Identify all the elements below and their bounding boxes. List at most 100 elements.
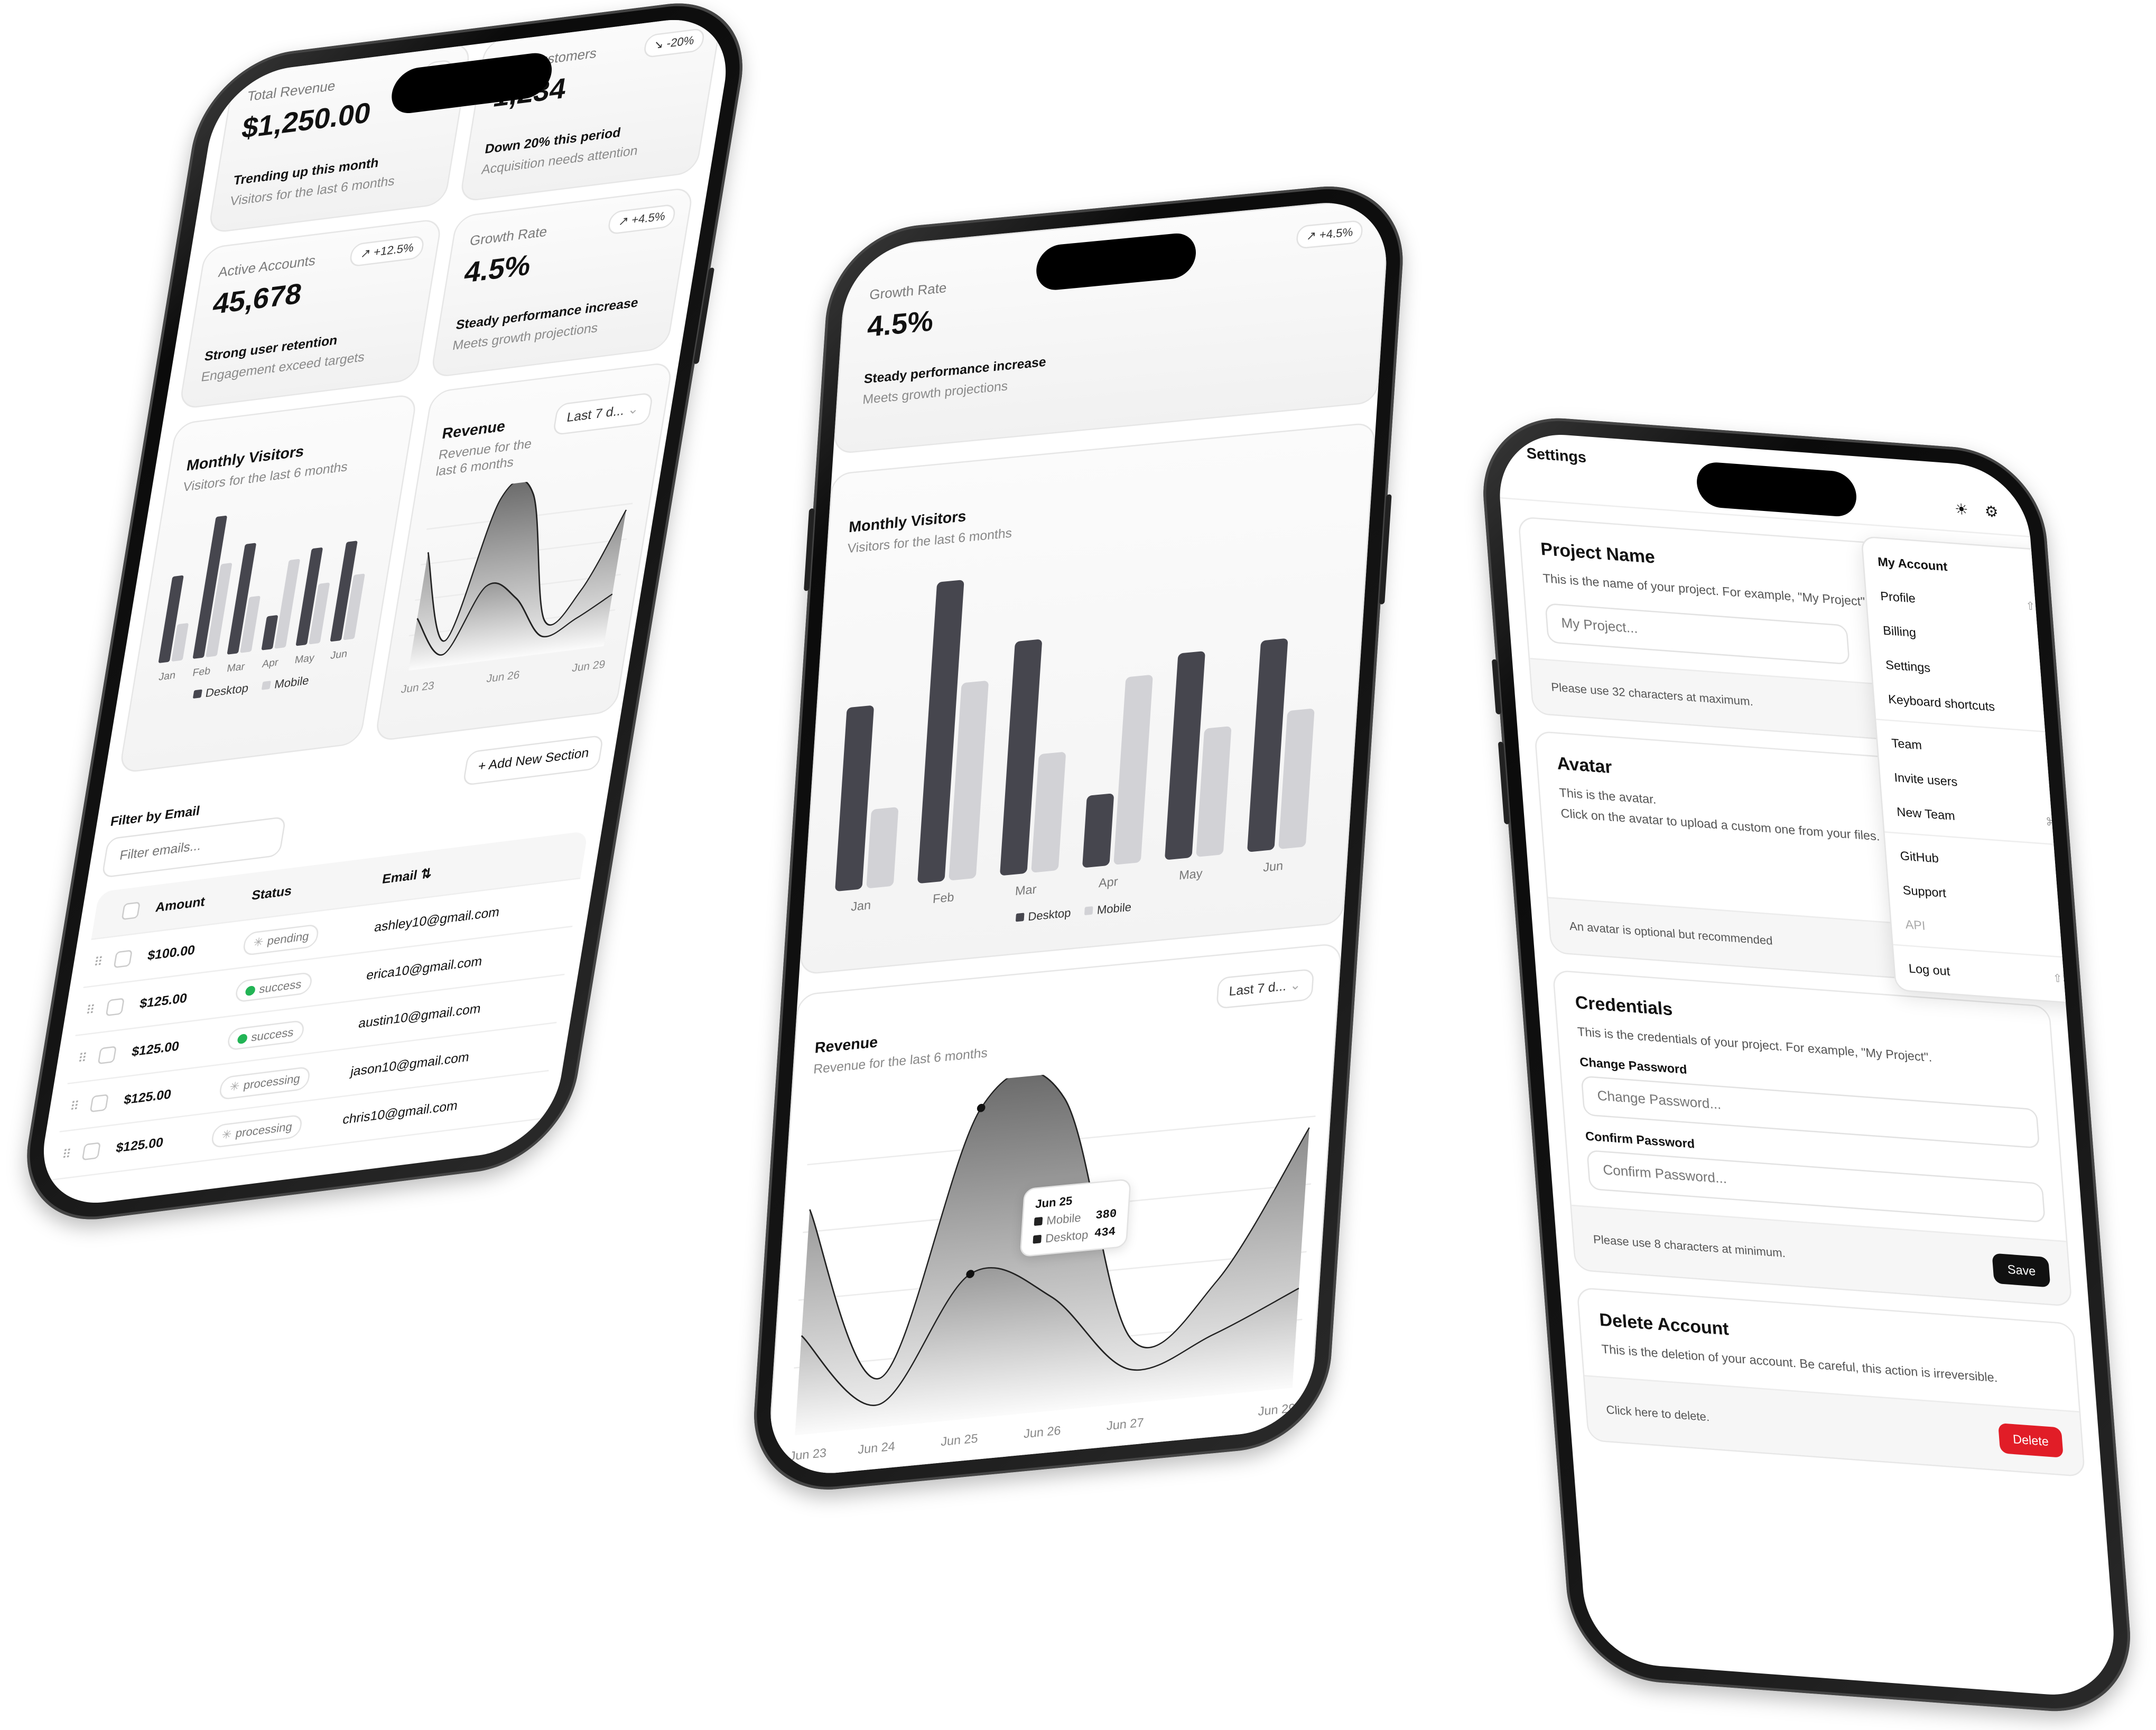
x-tick-label: May <box>294 652 315 666</box>
status-badge: success <box>234 971 313 1003</box>
amount-cell: $125.00 <box>123 1086 173 1108</box>
select-all-checkbox[interactable] <box>121 901 141 920</box>
row-checkbox[interactable] <box>113 950 133 969</box>
add-new-section-button[interactable]: + Add New Section <box>463 734 604 786</box>
loader-icon: ✳ <box>220 1126 233 1141</box>
bar-mobile-mar <box>1031 752 1066 872</box>
row-checkbox[interactable] <box>81 1142 101 1161</box>
drag-handle-icon[interactable]: ⠿ <box>70 1049 95 1067</box>
x-tick-label: Jan <box>851 898 871 914</box>
check-circle-icon <box>237 1033 248 1044</box>
sort-icon[interactable]: ⇅ <box>420 866 433 882</box>
stat-card-growth-rate: ↗ +4.5% Growth Rate 4.5% Steady performa… <box>833 197 1391 455</box>
sun-icon[interactable]: ☀ <box>1954 500 1969 519</box>
save-button[interactable]: Save <box>1992 1253 2051 1288</box>
project-name-input[interactable] <box>1545 602 1850 664</box>
phone-screen: ↗ Total Revenue $1,250.00 Trending up th… <box>33 12 737 1211</box>
volume-button <box>804 508 815 591</box>
account-dropdown-menu: My Account Profile ⇧⌘P Billing ⌘B Settings… <box>1861 536 2115 1007</box>
column-header-email[interactable]: Email ⇅ <box>381 847 586 887</box>
x-tick-label: Jun <box>1263 859 1284 875</box>
x-tick-label: Apr <box>261 656 279 670</box>
drag-handle-icon[interactable]: ⠿ <box>86 953 110 971</box>
revenue-card: Last 7 d... ⌄ Revenue Revenue for the la… <box>766 942 1342 1480</box>
bar-mobile-may <box>1196 726 1232 857</box>
bar-chart: Jan Feb Mar Apr May Jun <box>158 515 365 683</box>
x-tick-label: Feb <box>192 665 211 679</box>
x-tick-label: Jun 29 <box>1258 1401 1296 1418</box>
check-circle-icon <box>245 984 256 996</box>
phone-bezel: Settings ☀ ⚙ My Account Profile ⇧⌘P Billi… <box>1477 412 2137 1717</box>
x-tick-label: Jun 23 <box>400 680 435 696</box>
phone-dashboard: ↗ Total Revenue $1,250.00 Trending up th… <box>14 0 756 1230</box>
tooltip-date: Jun 25 <box>1035 1193 1073 1211</box>
drag-handle-icon[interactable]: ⠿ <box>78 1001 103 1019</box>
delete-button[interactable]: Delete <box>1997 1422 2064 1457</box>
legend-mobile: Mobile <box>1084 900 1132 918</box>
section-footnote: Please use 8 characters at minimum. <box>1593 1232 1786 1260</box>
x-tick-label: Jan <box>158 669 176 683</box>
trend-badge: ↗ +4.5% <box>607 203 677 235</box>
data-table-section: Filter by Email + Add New Section Amount… <box>38 711 621 1183</box>
row-checkbox[interactable] <box>89 1094 109 1113</box>
status-badge: ✳ pending <box>241 923 321 956</box>
menu-item-keyboard-shortcuts[interactable]: Keyboard shortcuts ⌘K <box>1873 680 2093 730</box>
email-cell: erica10@gmail.com <box>365 953 484 983</box>
x-tick-label: Jun 27 <box>1106 1416 1144 1433</box>
side-button <box>693 267 715 365</box>
badge-text: +12.5% <box>373 240 415 259</box>
menu-item-log-out[interactable]: Log out ⇧⌘Q <box>1893 950 2113 1000</box>
stat-card-active-accounts: ↗ +12.5% Active Accounts 45,678 Strong u… <box>178 218 443 410</box>
menu-item-new-team[interactable]: New Team ⌘+T <box>1882 793 2102 843</box>
email-cell: ashley10@gmail.com <box>373 904 501 935</box>
stat-card-customers: ↘ -20% New Customers 1,234 Down 20% this… <box>459 12 723 203</box>
drag-handle-icon[interactable]: ⠿ <box>62 1097 87 1115</box>
legend-desktop: Desktop <box>1015 906 1071 925</box>
amount-cell: $125.00 <box>115 1134 165 1156</box>
credentials-section: Credentials This is the credentials of y… <box>1552 969 2073 1307</box>
data-table: Amount Status Email ⇅ ⠿ $100.00 ✳ pending as… <box>51 831 589 1181</box>
section-footnote: Please use 32 characters at maximum. <box>1550 680 1754 709</box>
amount-cell: $125.00 <box>131 1038 181 1060</box>
x-tick-label: Feb <box>932 890 954 906</box>
monthly-visitors-card: Monthly Visitors Visitors for the last 6… <box>799 422 1376 975</box>
revenue-card: Last 7 d... ⌄ Revenue Revenue for the la… <box>374 361 674 742</box>
area-chart: Jun 23 Jun 26 Jun 29 <box>400 479 633 696</box>
bar-chart: Jan Feb Mar Apr May Jun <box>835 580 1315 914</box>
x-tick-label: Jun 25 <box>941 1431 979 1449</box>
x-tick-label: Jun 23 <box>789 1446 827 1463</box>
monthly-visitors-card: Monthly Visitors Visitors for the last 6… <box>118 393 418 774</box>
bar-mobile-jun <box>1278 709 1315 849</box>
x-tick-label: Mar <box>1015 882 1037 898</box>
bar-mobile-apr <box>274 559 300 649</box>
bar-desktop-apr <box>1082 793 1114 868</box>
chevron-down-icon: ⌄ <box>1289 978 1302 994</box>
drag-handle-icon[interactable]: ⠿ <box>54 1146 79 1164</box>
x-tick-label: Jun 26 <box>1024 1424 1062 1441</box>
gear-icon[interactable]: ⚙ <box>1984 503 1999 522</box>
status-badge: ✳ processing <box>210 1113 304 1148</box>
trend-up-icon: ↗ <box>1306 228 1320 243</box>
x-tick-label: May <box>1178 867 1203 882</box>
x-tick-label: Apr <box>1098 875 1118 890</box>
email-cell: jason10@gmail.com <box>349 1049 471 1080</box>
x-tick-label: Jun 24 <box>858 1439 896 1457</box>
phone-screen: ↗ +4.5% Growth Rate 4.5% Steady performa… <box>766 197 1391 1480</box>
email-cell: chris10@gmail.com <box>341 1097 459 1128</box>
delete-account-section: Delete Account This is the deletion of y… <box>1576 1287 2086 1477</box>
legend-mobile: Mobile <box>261 673 310 693</box>
loader-icon: ✳ <box>252 934 265 949</box>
column-header-status: Status <box>250 883 293 904</box>
x-tick-label: Jun 26 <box>486 669 521 685</box>
chevron-right-icon: › <box>2061 780 2068 798</box>
x-tick-label: Mar <box>226 661 246 674</box>
stat-card-growth-rate: ↗ +4.5% Growth Rate 4.5% Steady performa… <box>430 186 694 378</box>
section-footnote: An avatar is optional but recommended <box>1568 919 1773 948</box>
row-checkbox[interactable] <box>97 1046 117 1065</box>
side-button <box>1379 494 1392 605</box>
trend-badge: ↗ +12.5% <box>349 235 425 267</box>
bar-mobile-jan <box>866 807 898 888</box>
row-checkbox[interactable] <box>105 998 125 1017</box>
amount-cell: $100.00 <box>146 942 197 964</box>
badge-text: -20% <box>665 33 695 50</box>
